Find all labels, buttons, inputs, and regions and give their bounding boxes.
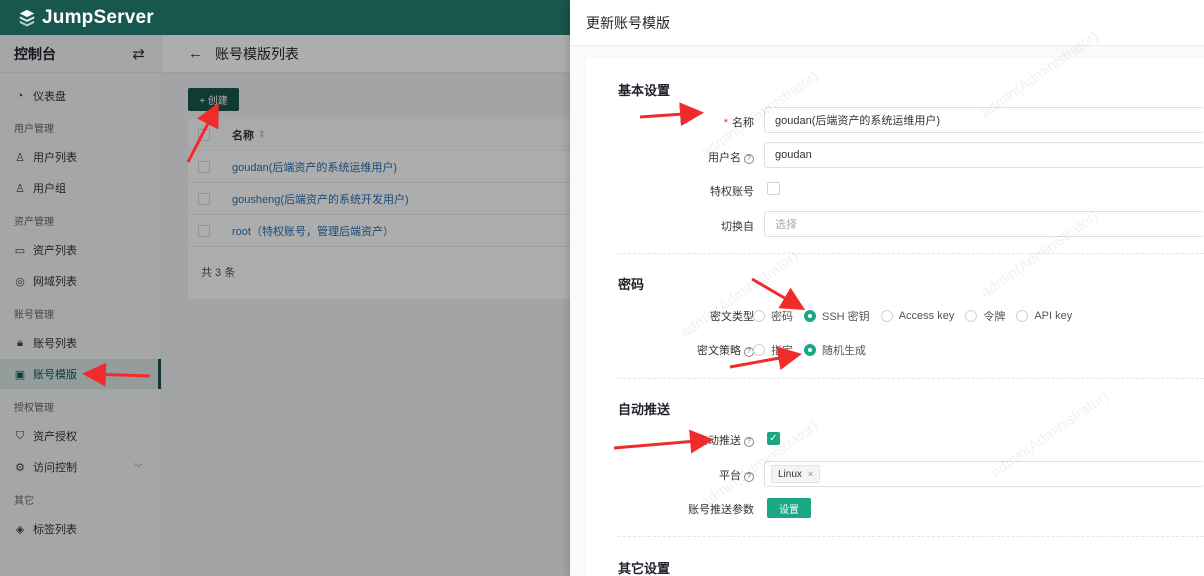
top-bar: JumpServer: [0, 0, 570, 35]
radio-option-random[interactable]: 随机生成: [804, 342, 866, 358]
secret-type-label: 密文类型: [710, 311, 754, 323]
section-other: 其它设置: [618, 561, 671, 576]
modal-overlay[interactable]: [0, 35, 570, 576]
platform-select[interactable]: Linux ×: [764, 461, 1204, 487]
radio-button[interactable]: [753, 344, 765, 356]
auto-push-checkbox[interactable]: ✓: [767, 432, 780, 445]
secret-type-radio-group: 密码 SSH 密钥 Access key 令牌 API key: [753, 308, 1083, 324]
username-input[interactable]: goudan: [764, 142, 1204, 168]
radio-button[interactable]: [753, 310, 765, 322]
radio-button[interactable]: [965, 310, 978, 322]
radio-option-specify[interactable]: 指定: [753, 342, 793, 358]
close-icon[interactable]: ×: [808, 469, 813, 479]
section-secret: 密码: [618, 277, 645, 292]
secret-strategy-label: 密文策略?: [586, 342, 754, 358]
username-label: 用户名?: [586, 149, 754, 165]
divider: [618, 378, 1204, 379]
form-card: 基本设置 * 名称 goudan(后端资产的系统运维用户) 用户名? goudan…: [586, 58, 1204, 576]
drawer-title: 更新账号模版: [570, 0, 1204, 46]
radio-option-token[interactable]: 令牌: [965, 308, 1005, 324]
help-icon[interactable]: ?: [744, 154, 754, 164]
radio-option-ssh-key[interactable]: SSH 密钥: [804, 308, 870, 324]
section-basic: 基本设置: [618, 83, 671, 98]
su-from-label: 切换自: [721, 221, 754, 233]
privileged-checkbox[interactable]: [767, 182, 780, 195]
required-mark: *: [723, 117, 728, 129]
brand-name: JumpServer: [42, 6, 154, 28]
edit-template-drawer: 更新账号模版 基本设置 * 名称 goudan(后端资产的系统运维用户) 用户名?…: [570, 0, 1204, 576]
su-from-select[interactable]: 选择: [764, 211, 1204, 237]
divider: [618, 536, 1204, 537]
auto-push-label: 自动推送?: [586, 432, 754, 448]
section-auto-push: 自动推送: [618, 402, 671, 417]
push-params-button[interactable]: 设置: [767, 498, 811, 518]
radio-button-selected[interactable]: [804, 310, 816, 322]
help-icon[interactable]: ?: [744, 472, 754, 482]
divider: [618, 253, 1204, 254]
privileged-label: 特权账号: [710, 186, 754, 198]
push-params-label: 账号推送参数: [688, 504, 754, 516]
help-icon[interactable]: ?: [744, 437, 754, 447]
platform-tag: Linux ×: [771, 465, 821, 483]
radio-option-api-key[interactable]: API key: [1016, 310, 1072, 322]
radio-button[interactable]: [1016, 310, 1029, 322]
radio-option-password[interactable]: 密码: [753, 308, 793, 324]
radio-button[interactable]: [880, 310, 893, 322]
drawer-body: 基本设置 * 名称 goudan(后端资产的系统运维用户) 用户名? goudan…: [570, 28, 1204, 576]
secret-strategy-radio-group: 指定 随机生成: [753, 342, 877, 358]
platform-label: 平台?: [586, 467, 754, 483]
name-label: * 名称: [723, 117, 754, 129]
radio-option-access-key[interactable]: Access key: [880, 310, 954, 322]
jumpserver-logo-icon: [19, 9, 35, 27]
radio-button-selected[interactable]: [804, 344, 816, 356]
name-input[interactable]: goudan(后端资产的系统运维用户): [764, 107, 1204, 133]
